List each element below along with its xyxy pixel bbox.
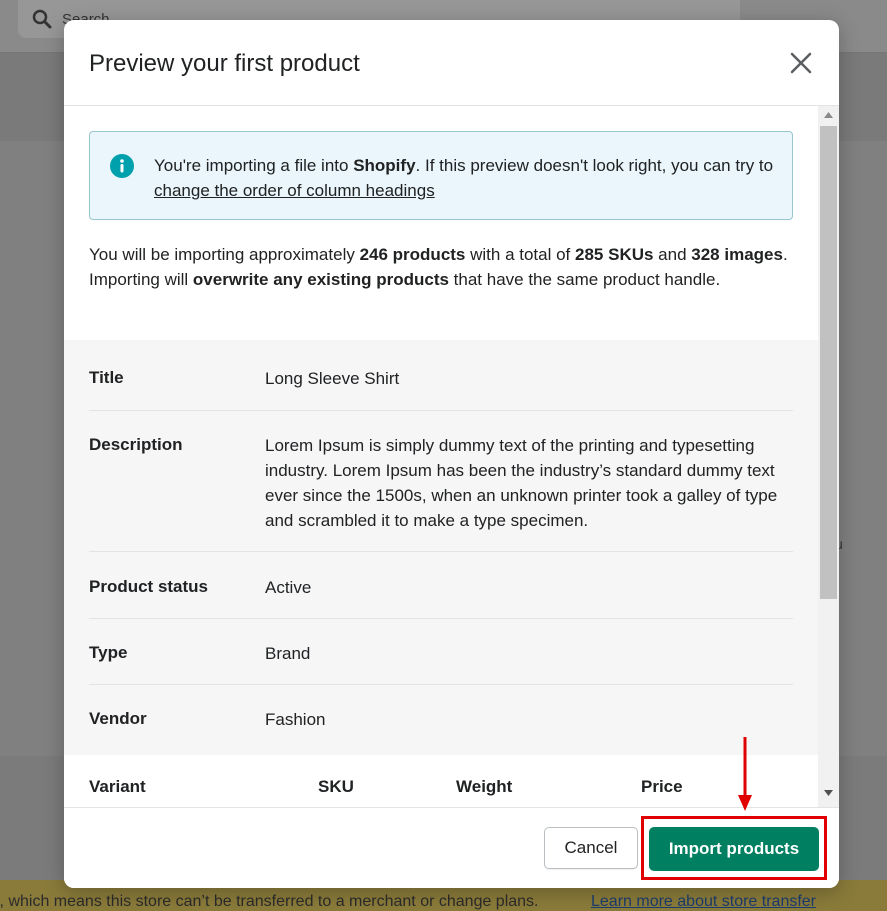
detail-row-description: Description Lorem Ipsum is simply dummy … <box>89 411 793 552</box>
scroll-down-icon[interactable] <box>824 790 833 796</box>
learn-more-link[interactable]: Learn more about store transfer <box>591 893 816 911</box>
modal-title: Preview your first product <box>89 50 360 77</box>
arrow-down-icon <box>738 737 752 811</box>
field-label: Description <box>89 435 183 454</box>
info-banner: You're importing a file into Shopify. If… <box>89 131 793 220</box>
column-header-variant: Variant <box>89 777 146 796</box>
column-header-sku: SKU <box>318 777 354 796</box>
summary-text: and <box>653 245 692 264</box>
import-summary: You will be importing approximately 246 … <box>89 242 789 292</box>
column-header-price: Price <box>641 777 683 796</box>
search-icon <box>32 9 52 29</box>
field-value: Active <box>265 578 312 597</box>
field-label: Product status <box>89 577 209 596</box>
scroll-up-icon[interactable] <box>824 112 833 118</box>
info-text: You're importing a file into Shopify. If… <box>154 153 774 203</box>
field-value: Fashion <box>265 710 326 729</box>
summary-text: You will be importing approximately <box>89 245 360 264</box>
summary-text: that have the same product handle. <box>448 270 721 289</box>
field-label: Title <box>89 368 124 387</box>
field-value: Brand <box>265 644 311 663</box>
highlight-annotation <box>641 816 827 880</box>
info-brand: Shopify <box>353 156 416 175</box>
cancel-button[interactable]: Cancel <box>544 827 638 869</box>
field-value: Lorem Ipsum is simply dummy text of the … <box>265 436 778 530</box>
modal-body: You're importing a file into Shopify. If… <box>64 106 818 807</box>
field-label: Vendor <box>89 709 147 728</box>
product-details: Title Long Sleeve Shirt Description Lore… <box>64 340 818 755</box>
scroll-thumb[interactable] <box>820 126 837 599</box>
field-value: Long Sleeve Shirt <box>265 369 400 388</box>
detail-row-status: Product status Active <box>89 552 793 619</box>
detail-row-vendor: Vendor Fashion <box>89 685 793 755</box>
modal-header: Preview your first product <box>64 20 839 106</box>
field-label: Type <box>89 643 128 662</box>
change-column-order-link[interactable]: change the order of column headings <box>154 181 435 200</box>
column-header-weight: Weight <box>456 777 513 796</box>
product-count: 246 products <box>359 245 466 264</box>
banner-text: l, which means this store can’t be trans… <box>0 893 539 910</box>
info-text-part: . If this preview doesn't look right, yo… <box>415 156 774 175</box>
info-text-part: You're importing a file into <box>154 156 354 175</box>
variant-table-header: Variant SKU Weight Price <box>64 755 818 807</box>
scrollbar[interactable] <box>818 106 839 807</box>
overwrite-warning: overwrite any existing products <box>192 270 449 289</box>
detail-row-type: Type Brand <box>89 619 793 685</box>
sku-count: 285 SKUs <box>575 245 654 264</box>
detail-row-title: Title Long Sleeve Shirt <box>89 340 793 411</box>
summary-text: with a total of <box>465 245 576 264</box>
info-icon <box>110 154 134 178</box>
image-count: 328 images <box>691 245 783 264</box>
close-icon[interactable] <box>786 48 816 78</box>
import-preview-modal: Preview your first product You're import… <box>64 20 839 888</box>
